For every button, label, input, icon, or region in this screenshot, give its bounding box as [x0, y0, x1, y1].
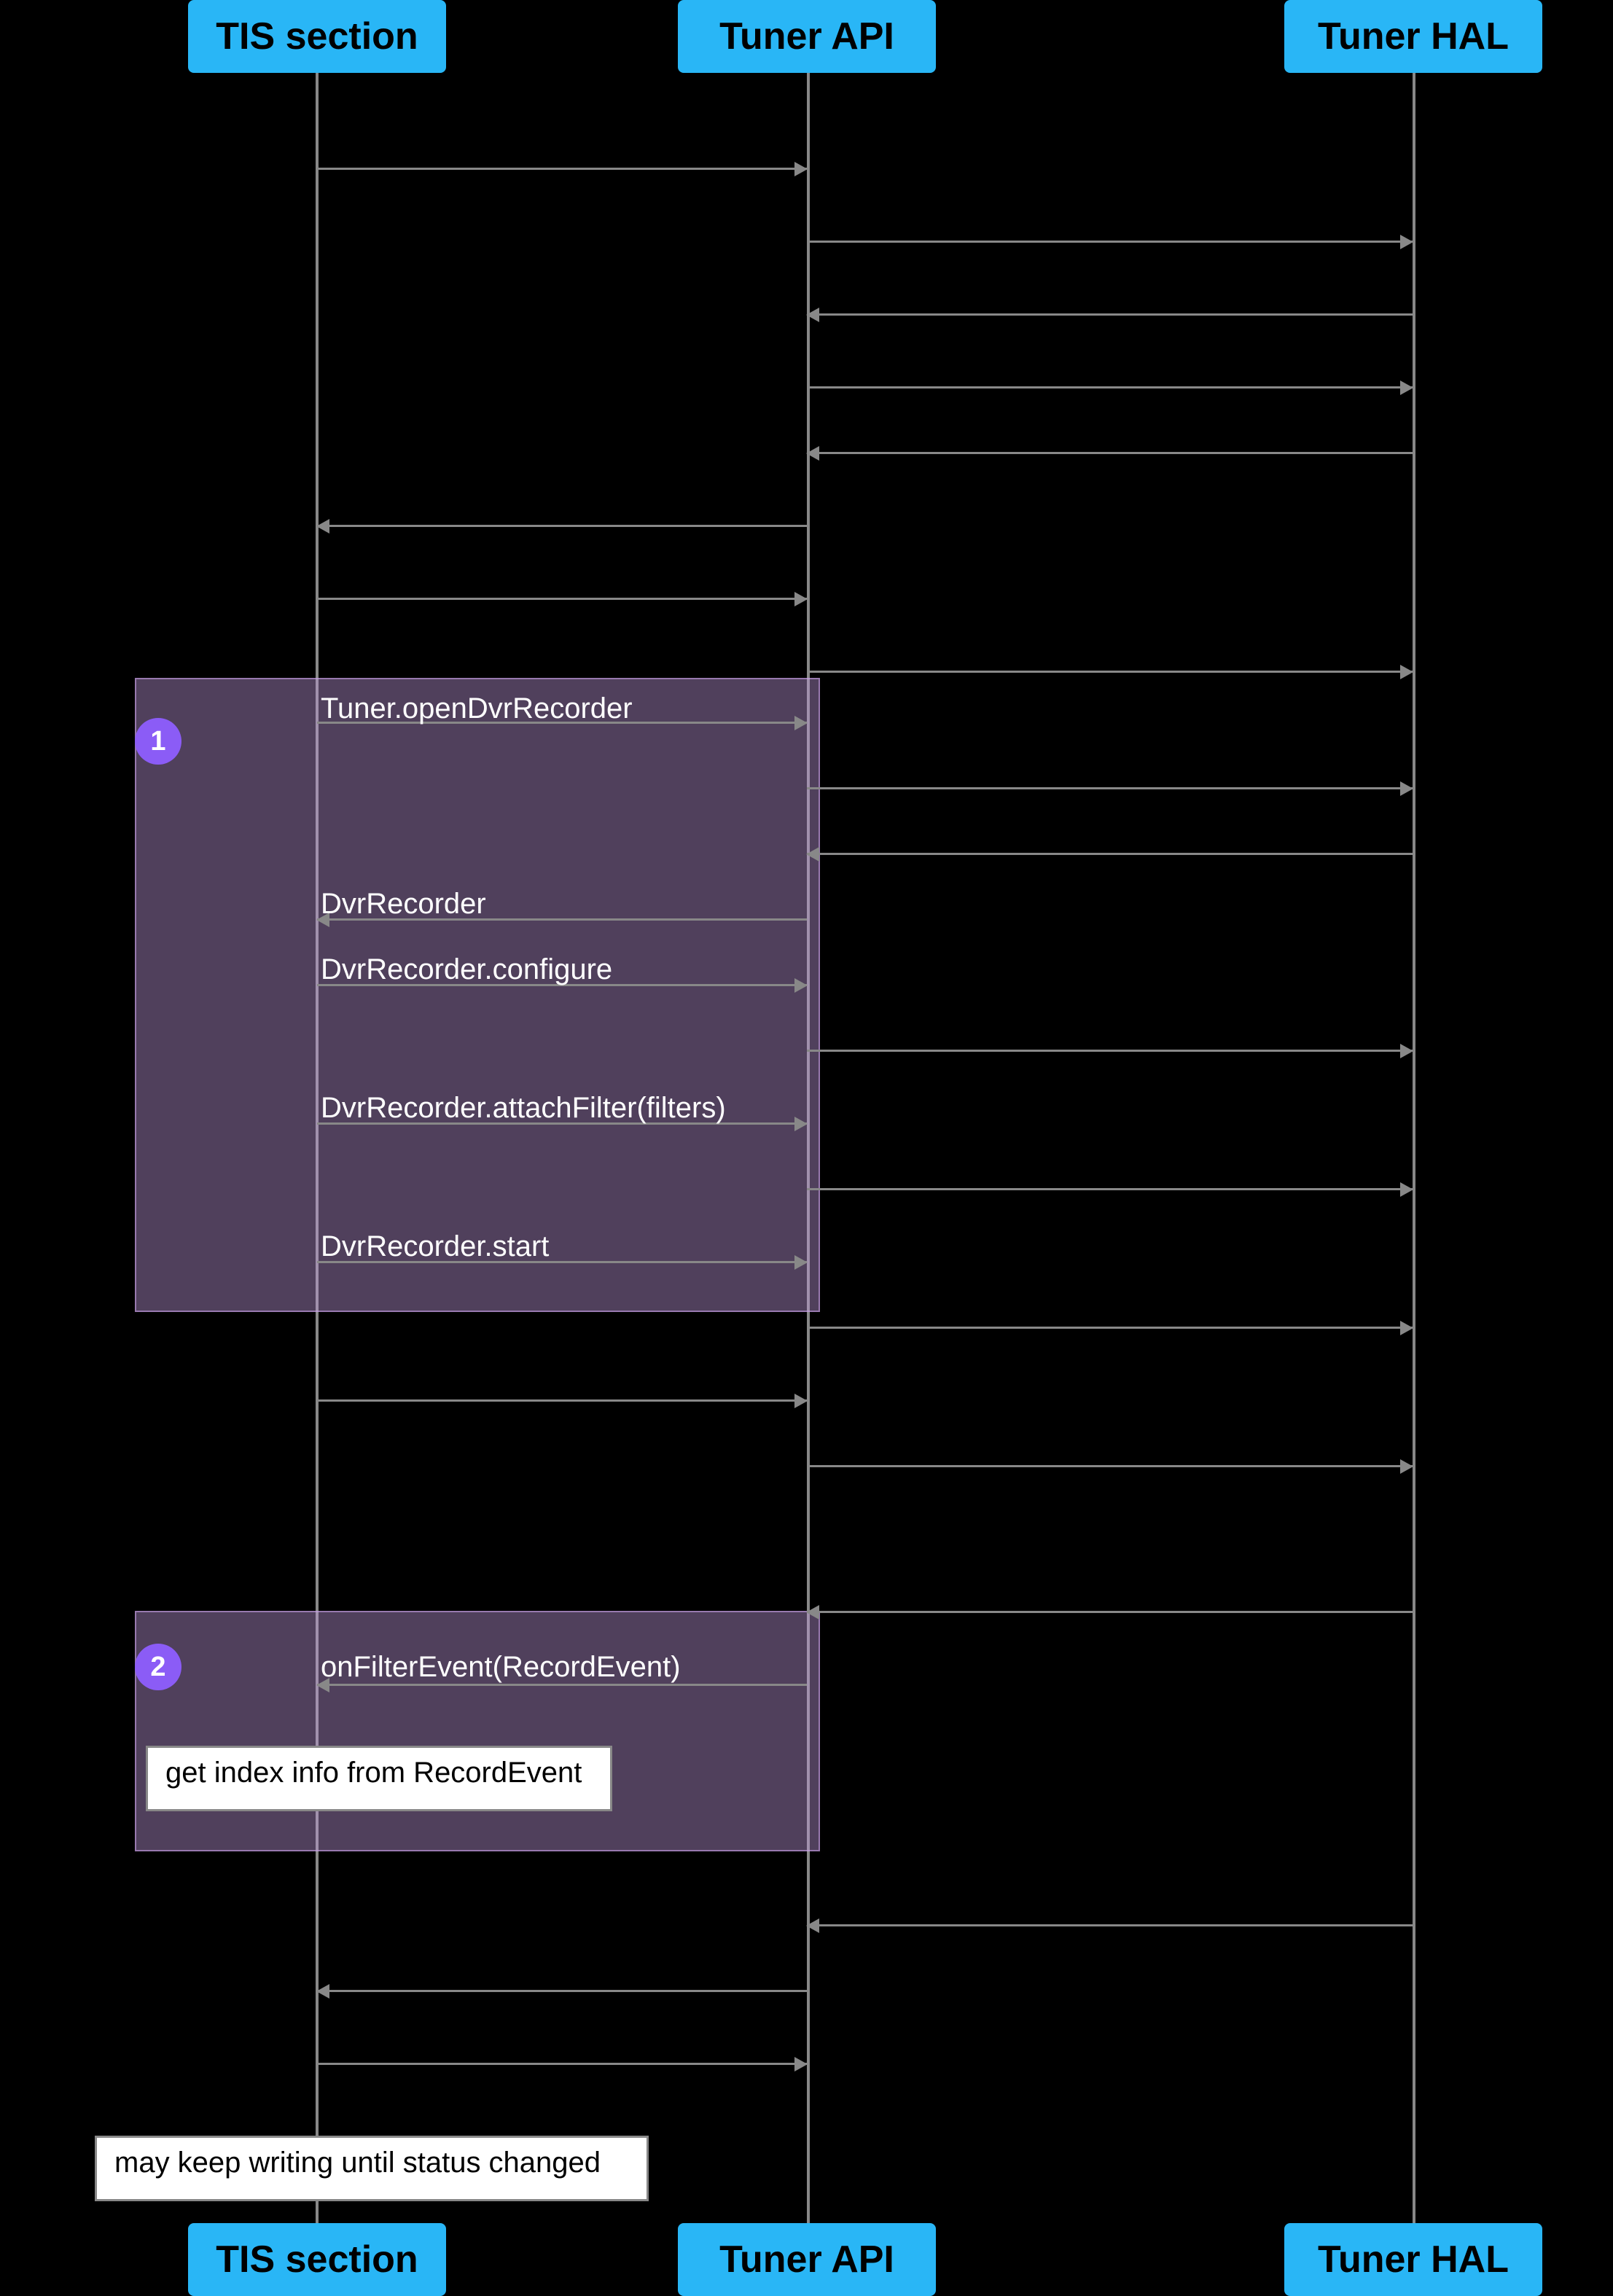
step1-badge: 1: [135, 718, 181, 765]
step2-box: [135, 1611, 820, 1851]
tuner-hal-header-bottom: Tuner HAL: [1284, 2223, 1542, 2296]
label-configure: DvrRecorder.configure: [321, 953, 612, 986]
arrow-6: [317, 525, 807, 527]
arrow-3: [807, 313, 1413, 316]
tis-label-top: TIS section: [216, 15, 418, 58]
arrow-10: [807, 787, 1413, 789]
tis-label-bottom: TIS section: [216, 2238, 418, 2281]
label-filter-event: onFilterEvent(RecordEvent): [321, 1651, 681, 1684]
tuner-api-label-bottom: Tuner API: [719, 2238, 894, 2281]
step2-label: 2: [150, 1652, 165, 1683]
arrow-24: [317, 1990, 807, 1992]
label-start: DvrRecorder.start: [321, 1230, 549, 1263]
tuner-api-header-top: Tuner API: [678, 0, 936, 73]
arrow-filter-event: [317, 1684, 807, 1686]
arrow-1: [317, 168, 807, 170]
label-dvr-recorder: DvrRecorder: [321, 888, 486, 921]
tis-header-top: TIS section: [188, 0, 446, 73]
tuner-api-label-top: Tuner API: [719, 15, 894, 58]
arrow-4: [807, 386, 1413, 388]
note-get-index: get index info from RecordEvent: [146, 1746, 612, 1811]
tuner-hal-label-top: Tuner HAL: [1318, 15, 1509, 58]
arrow-7: [317, 598, 807, 600]
step1-label: 1: [150, 726, 165, 757]
arrow-5: [807, 452, 1413, 454]
arrow-21: [807, 1611, 1413, 1613]
arrow-11: [807, 853, 1413, 855]
arrow-25: [317, 2063, 807, 2065]
step1-box: [135, 678, 820, 1312]
arrow-18: [807, 1327, 1413, 1329]
arrow-16: [807, 1188, 1413, 1190]
arrow-14: [807, 1050, 1413, 1052]
arrow-20: [807, 1465, 1413, 1467]
tuner-hal-header-top: Tuner HAL: [1284, 0, 1542, 73]
tuner-hal-label-bottom: Tuner HAL: [1318, 2238, 1509, 2281]
arrow-19: [317, 1399, 807, 1402]
note-keep-writing: may keep writing until status changed: [95, 2136, 649, 2201]
tis-header-bottom: TIS section: [188, 2223, 446, 2296]
step2-badge: 2: [135, 1644, 181, 1690]
arrow-23: [807, 1924, 1413, 1926]
tuner-api-header-bottom: Tuner API: [678, 2223, 936, 2296]
arrow-2: [807, 241, 1413, 243]
tuner-hal-lifeline: [1413, 73, 1415, 2223]
label-open-dvr: Tuner.openDvrRecorder: [321, 692, 633, 725]
arrow-8: [807, 671, 1413, 673]
label-attach-filter: DvrRecorder.attachFilter(filters): [321, 1092, 726, 1125]
